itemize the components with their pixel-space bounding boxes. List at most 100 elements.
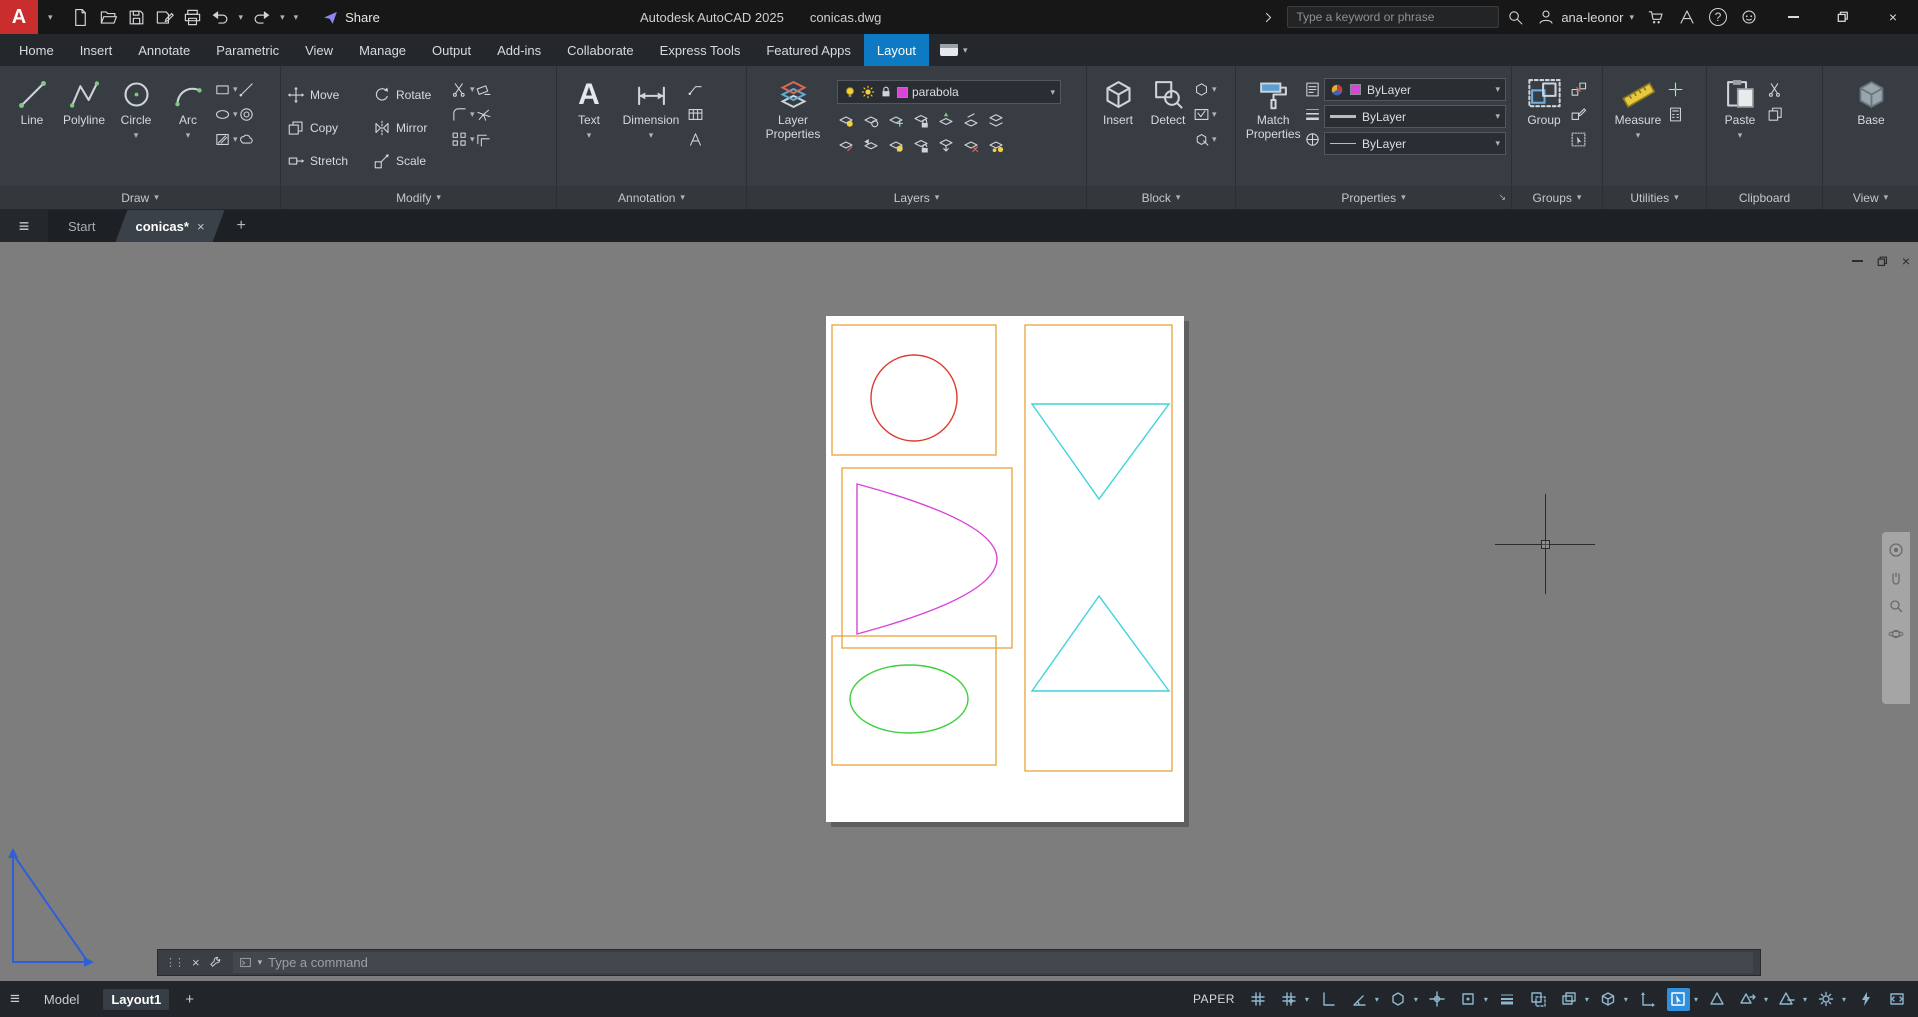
command-customize-wrench-icon[interactable] [209,955,224,970]
close-button[interactable]: × [1868,0,1918,34]
tab-insert[interactable]: Insert [67,34,126,66]
revision-cloud-tool[interactable] [238,130,255,148]
grid-icon[interactable] [1247,988,1270,1011]
panel-clipboard-footer[interactable]: Clipboard [1707,186,1822,209]
recent-commands-chevron-icon[interactable]: ▾ [258,958,263,967]
circle-chevron-icon[interactable]: ▾ [134,131,139,140]
layer-unlock-tool[interactable] [912,136,930,154]
panel-annotation-footer[interactable]: Annotation▾ [557,186,746,209]
copy-tool[interactable]: Copy [287,115,365,141]
layer-freeze-sun-icon[interactable] [861,85,875,99]
line-tool[interactable]: Line [6,70,58,186]
tab-home[interactable]: Home [6,34,67,66]
circle-tool[interactable]: Circle ▾ [110,70,162,186]
plot-style-tool[interactable] [1304,130,1324,148]
panel-groups-footer[interactable]: Groups▾ [1512,186,1602,209]
orbit-icon[interactable] [1888,626,1904,642]
transparency-icon[interactable] [1527,988,1550,1011]
ray-tool[interactable] [238,80,255,98]
viewport-minimize-icon[interactable] [1852,260,1863,262]
customize-qat-chevron-icon[interactable]: ▾ [294,13,299,22]
ortho-icon[interactable] [1317,988,1340,1011]
new-drawing-tab-button[interactable]: + [225,210,258,242]
create-block-tool[interactable]: ▾ [1193,80,1217,98]
graphics-performance-icon[interactable] [1854,988,1877,1011]
cut-tool[interactable] [1767,80,1784,98]
move-tool[interactable]: Move [287,82,365,108]
array-tool[interactable]: ▾ [451,130,475,148]
workspace-gear-icon[interactable] [1815,988,1838,1011]
osnap-tracking-icon[interactable] [1426,988,1449,1011]
isodraft-icon[interactable] [1387,988,1410,1011]
tab-express-tools[interactable]: Express Tools [647,34,754,66]
layer-select[interactable]: parabola ▾ [837,80,1061,104]
navigation-bar[interactable] [1882,532,1910,704]
status-menu-hamburger-icon[interactable]: ≡ [10,989,20,1009]
annotation-visibility-icon[interactable] [1706,988,1729,1011]
layer-off-tool[interactable] [837,111,855,129]
command-input[interactable] [268,955,1747,970]
close-tab-icon[interactable]: × [197,219,205,234]
recent-commands-icon[interactable] [239,956,252,969]
file-tab-start[interactable]: Start [48,210,115,242]
minimize-button[interactable] [1768,0,1818,34]
new-layout-button[interactable]: + [185,991,194,1008]
layer-properties-tool[interactable]: Layer Properties [753,70,833,186]
layout-paper[interactable] [826,316,1184,822]
block-editor-tool[interactable]: ▾ [1193,130,1217,148]
panel-layers-footer[interactable]: Layers▾ [747,186,1086,209]
osnap-chevron-icon[interactable]: ▾ [1484,995,1488,1004]
offset-tool[interactable] [475,130,492,148]
copy-clip-tool[interactable] [1767,105,1784,123]
search-expand-icon[interactable] [1263,12,1274,23]
tab-add-ins[interactable]: Add-ins [484,34,554,66]
layer-previous-tool[interactable] [862,136,880,154]
text-tool[interactable]: A Text ▾ [563,70,615,186]
turn-all-layers-on-tool[interactable] [987,136,1005,154]
properties-dialog-launcher-icon[interactable]: ↘ [1498,192,1506,203]
panel-draw-footer[interactable]: Draw▾ [0,186,280,209]
panel-view-footer[interactable]: View▾ [1823,186,1918,209]
quick-calc-tool[interactable] [1667,105,1684,123]
tab-layout[interactable]: Layout [864,34,929,66]
erase-tool[interactable] [475,80,492,98]
search-input[interactable] [1287,6,1499,28]
selection-cycling-icon[interactable] [1558,988,1581,1011]
object-color-select[interactable]: ByLayer ▾ [1324,78,1506,101]
file-tabs-menu-button[interactable]: ≡ [0,210,48,242]
polyline-tool[interactable]: Polyline [58,70,110,186]
stretch-tool[interactable]: Stretch [287,148,365,174]
selection-cycling-chevron-icon[interactable]: ▾ [1585,995,1589,1004]
rectangle-tool[interactable]: ▾ [214,80,238,98]
properties-palette-tool[interactable] [1304,80,1324,98]
viewport-close-icon[interactable]: × [1902,254,1910,268]
hatch-tool[interactable]: ▾ [214,130,238,148]
measure-tool[interactable]: Measure ▾ [1609,70,1667,186]
layer-walk-tool[interactable] [987,111,1005,129]
arc-chevron-icon[interactable]: ▾ [186,131,191,140]
undo-button[interactable] [211,8,230,27]
annotation-scale-icon[interactable] [1776,988,1799,1011]
arc-tool[interactable]: Arc ▾ [162,70,214,186]
layer-lock-tool[interactable] [912,111,930,129]
panel-modify-footer[interactable]: Modify▾ [281,186,556,209]
panel-utilities-footer[interactable]: Utilities▾ [1603,186,1706,209]
snap-icon[interactable] [1278,988,1301,1011]
drawing-canvas[interactable]: × [0,242,1918,981]
navigation-wheel-icon[interactable] [1888,542,1904,558]
autodesk-access-icon[interactable] [1678,8,1696,26]
osnap-3d-icon[interactable] [1597,988,1620,1011]
application-menu-button[interactable]: A [0,0,38,34]
selection-filtering-chevron-icon[interactable]: ▾ [1694,995,1698,1004]
isodraft-chevron-icon[interactable]: ▾ [1414,995,1418,1004]
layer-unisolate-tool[interactable] [837,136,855,154]
lineweight-select[interactable]: ByLayer ▾ [1324,105,1506,128]
app-store-cart-icon[interactable] [1647,8,1665,26]
tab-parametric[interactable]: Parametric [203,34,292,66]
trim-tool[interactable]: ▾ [451,80,475,98]
rotate-tool[interactable]: Rotate [373,82,451,108]
pan-icon[interactable] [1888,570,1904,586]
file-tab-document[interactable]: conicas* × [115,210,224,242]
layout1-tab[interactable]: Layout1 [103,989,169,1010]
plot-button[interactable] [183,8,202,27]
